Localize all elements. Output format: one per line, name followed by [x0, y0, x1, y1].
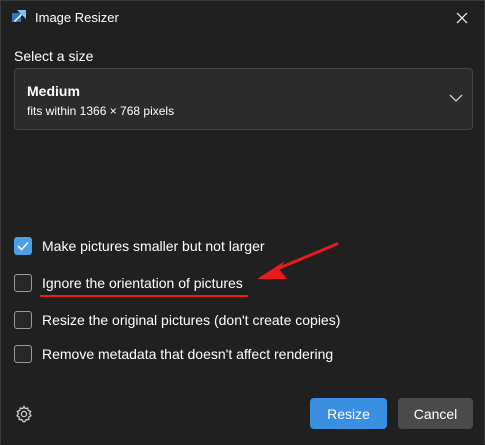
close-icon: [456, 12, 468, 24]
ignore-orientation-label: Ignore the orientation of pictures: [42, 275, 243, 291]
resize-button[interactable]: Resize: [310, 398, 387, 429]
option-shrink-only[interactable]: Make pictures smaller but not larger: [14, 235, 265, 257]
shrink-only-label: Make pictures smaller but not larger: [42, 238, 265, 254]
option-remove-metadata[interactable]: Remove metadata that doesn't affect rend…: [14, 343, 333, 365]
gear-icon[interactable]: [14, 404, 34, 424]
selected-size-name: Medium: [27, 83, 80, 99]
resize-originals-label: Resize the original pictures (don't crea…: [42, 312, 341, 328]
checkmark-icon: [17, 241, 29, 251]
annotation-arrow-icon: [257, 242, 339, 279]
option-ignore-orientation[interactable]: Ignore the orientation of pictures: [14, 272, 243, 294]
image-resizer-app-icon: [12, 10, 26, 22]
option-resize-originals[interactable]: Resize the original pictures (don't crea…: [14, 309, 340, 331]
title-bar: Image Resizer: [1, 1, 484, 35]
remove-metadata-label: Remove metadata that doesn't affect rend…: [42, 346, 334, 362]
resize-originals-checkbox[interactable]: [14, 311, 32, 329]
cancel-button[interactable]: Cancel: [398, 398, 473, 429]
remove-metadata-checkbox[interactable]: [14, 345, 32, 363]
chevron-down-icon: [449, 94, 463, 102]
selected-size-description: fits within 1366 × 768 pixels: [27, 104, 175, 118]
shrink-only-checkbox[interactable]: [14, 237, 32, 255]
window-title: Image Resizer: [35, 10, 119, 25]
close-button[interactable]: [448, 5, 476, 31]
size-dropdown[interactable]: Medium fits within 1366 × 768 pixels: [14, 68, 473, 130]
annotation-underline: [40, 295, 248, 297]
image-resizer-window: Image Resizer Select a size Medium fits …: [0, 0, 485, 445]
select-size-label: Select a size: [14, 48, 94, 64]
ignore-orientation-checkbox[interactable]: [14, 274, 32, 292]
